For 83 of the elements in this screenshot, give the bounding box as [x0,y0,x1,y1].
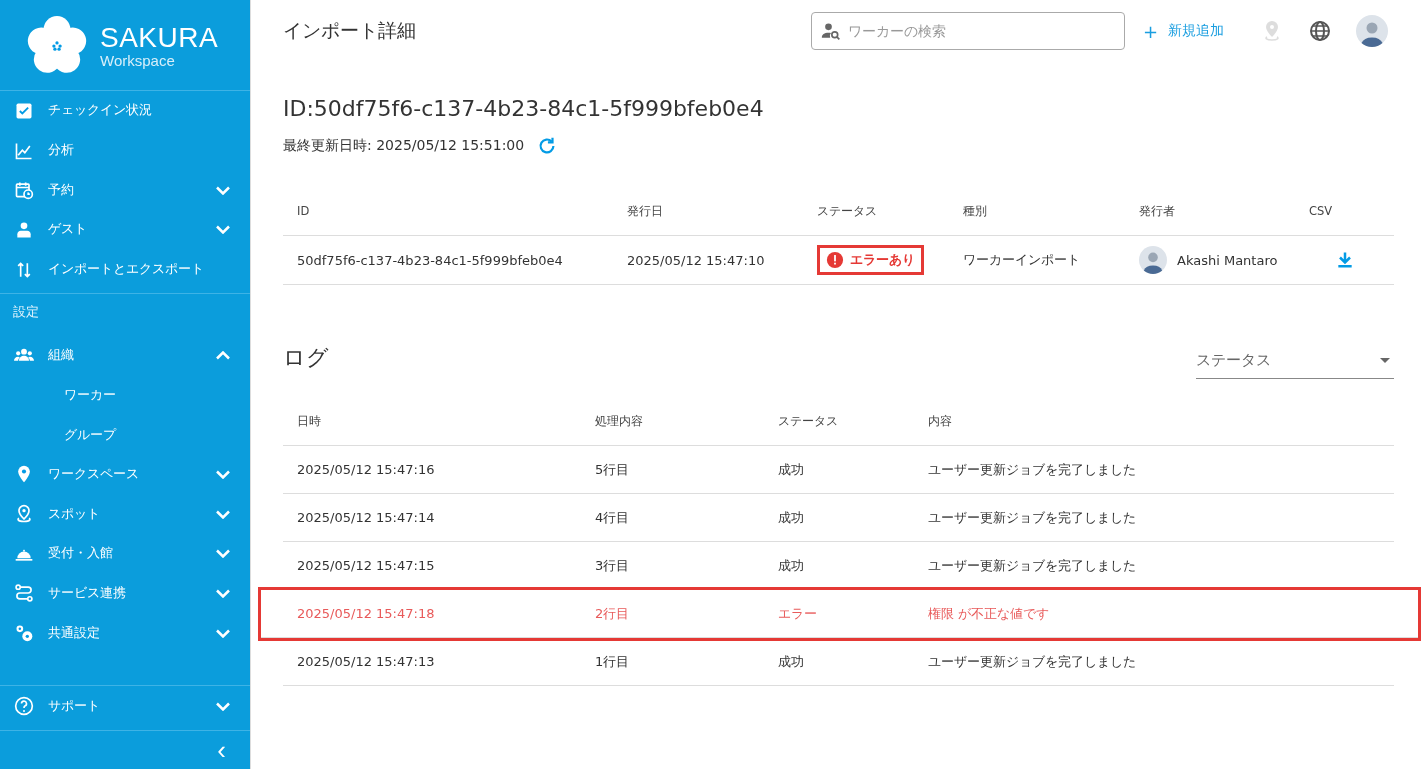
nav-subitem[interactable]: ワーカー [0,375,250,415]
column-header: ID [283,187,613,236]
table-cell-text: 2025/05/12 15:47:14 [296,509,436,527]
gears-icon [14,623,34,644]
table-cell-text: 2025/05/12 15:47:16 [296,461,436,479]
table-cell-text: 成功 [777,652,805,671]
status-filter-dropdown[interactable]: ステータス [1196,347,1394,379]
table-cell-text: 成功 [777,556,805,575]
nav-item[interactable]: 共通設定 [0,613,250,653]
nav-item[interactable]: インポートとエクスポート [0,249,250,290]
help-icon [14,696,34,717]
column-header: 種別 [949,187,1125,236]
page-title: インポート詳細 [283,18,417,43]
column-header: CSV [1295,187,1394,236]
nav-item[interactable]: ワークスペース [0,454,250,495]
nav-item[interactable]: サポート [0,686,250,726]
nav-label: ワークスペース [48,465,140,483]
table-cell-text: 2025/05/12 15:47:15 [296,557,436,575]
nav-label: 受付・入館 [48,545,114,563]
column-header: 発行日 [613,187,803,236]
column-header: 発行者 [1125,187,1295,236]
nav-label: チェックイン状況 [48,102,153,120]
error-icon [826,251,844,269]
nav-item[interactable]: サービス連携 [0,573,250,614]
table-cell-text: 成功 [777,460,805,479]
column-header: ステータス [777,412,839,430]
column-header: 内容 [927,412,953,430]
table-cell-text: 1行目 [594,652,631,671]
nav-label: ゲスト [48,221,88,239]
last-updated-text: 最終更新日時: 2025/05/12 15:51:00 [283,137,525,155]
section-label: 設定 [12,304,40,322]
table-cell-text: 2025/05/12 15:47:10 [626,251,766,270]
table-cell-text: エラー [777,604,818,623]
table-cell-text: 2行目 [594,604,631,623]
table-cell-text: 成功 [777,508,805,527]
location-spot-icon [14,504,34,525]
collapse-button[interactable]: ‹ [213,737,230,763]
nav-item[interactable]: チェックイン状況 [0,91,250,131]
nav-item[interactable]: 分析 [0,130,250,171]
search-field[interactable]: ワーカーの検索 [810,12,1125,50]
table-cell-text: ユーザー更新ジョブを完了しました [927,652,1137,671]
import-id-title: ID:50df75f6-c137-4b23-84c1-5f999bfeb0e4 [283,96,765,121]
column-header: 日時 [296,412,322,430]
add-new-button[interactable]: + 新規追加 [1136,19,1230,43]
nav-label: スポット [48,505,101,523]
table-cell-text: ユーザー更新ジョブを完了しました [927,460,1137,479]
table-cell-text: ユーザー更新ジョブを完了しました [927,508,1137,527]
table-cell-text: ユーザー更新ジョブを完了しました [927,556,1137,575]
nav-label: サポート [48,697,101,715]
nav-label: 組織 [48,346,75,364]
table-cell-text: 5行目 [594,460,631,479]
column-header: ステータス [803,187,949,236]
nav-item[interactable]: 組織 [0,335,250,376]
calendar-clock-icon [14,180,34,201]
nav-label: サービス連携 [48,584,127,602]
table-cell-text: 2025/05/12 15:47:18 [296,605,436,623]
column-header: 処理内容 [594,412,644,430]
nav-item[interactable]: スポット [0,494,250,534]
nav-item[interactable]: 予約 [0,170,250,211]
route-icon [14,583,34,604]
avatar-icon[interactable] [1356,15,1388,47]
table-cell-text: 50df75f6-c137-4b23-84c1-5f999bfeb0e4 [296,251,564,270]
brand-name: SAKURA [100,21,219,54]
flower-logo-icon [26,14,88,76]
nav-label: 分析 [48,142,75,160]
table-cell-text: 2025/05/12 15:47:13 [296,653,436,671]
nav-label: 共通設定 [48,624,101,642]
globe-icon[interactable] [1308,19,1332,43]
log-title: ログ [283,344,329,372]
table-cell-text: 権限 が不正な値です [927,604,1051,623]
table-cell-text: 4行目 [594,508,631,527]
avatar-icon [1139,246,1167,274]
table-cell-text: ワーカーインポート [962,251,1081,269]
caret-icon [1380,358,1390,363]
nav-item[interactable]: 受付・入館 [0,533,250,574]
table-cell-text: 3行目 [594,556,631,575]
nav-label: 予約 [48,181,75,199]
nav-item[interactable]: ゲスト [0,210,250,250]
issuer-name: Akashi Mantaro [1177,252,1278,268]
nav-subitem[interactable]: グループ [0,414,250,455]
status-badge: エラーあり [817,245,924,275]
nav-label: インポートとエクスポート [48,261,205,279]
brand-subtitle: Workspace [100,51,176,69]
